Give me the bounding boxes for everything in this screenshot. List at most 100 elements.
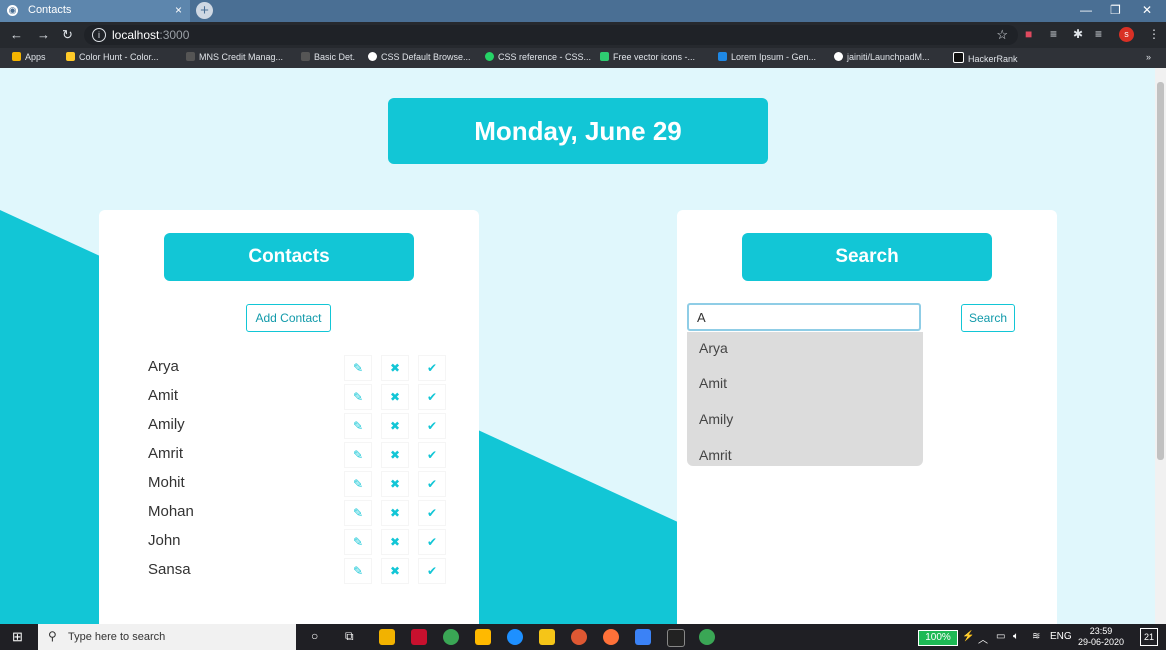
tab-contacts[interactable]: ◉ Contacts × xyxy=(0,0,190,22)
user-remove-icon[interactable]: ✖ xyxy=(381,558,409,584)
bookmark-css-reference[interactable]: CSS reference - CSS... xyxy=(485,52,591,62)
app-icon[interactable] xyxy=(699,629,715,645)
bookmark-basic-det[interactable]: Basic Det. xyxy=(301,52,355,62)
browser-toolbar: ← → ↻ i localhost:3000 ☆ ■ ≡ ✱ ≡ s ⋮ xyxy=(0,22,1166,48)
edge-icon[interactable] xyxy=(507,629,523,645)
bookmark-label: Free vector icons -... xyxy=(613,52,696,62)
user-edit-icon[interactable]: ✎ xyxy=(344,471,372,497)
suggestion-item[interactable]: Amily xyxy=(699,411,733,427)
close-window-icon[interactable]: ✕ xyxy=(1142,3,1152,17)
notifications-badge[interactable]: 21 xyxy=(1140,628,1158,646)
chevron-up-icon[interactable]: ︿ xyxy=(978,631,988,646)
user-remove-icon[interactable]: ✖ xyxy=(381,413,409,439)
bookmark-apps[interactable]: Apps xyxy=(12,52,46,62)
power-icon[interactable]: ⚡ xyxy=(962,631,974,642)
bookmark-css-default[interactable]: CSS Default Browse... xyxy=(368,52,471,62)
bookmark-hackerrank[interactable]: HackerRank xyxy=(953,52,1018,64)
contact-row: Amit ✎ ✖ ✔ xyxy=(99,382,479,411)
language-indicator[interactable]: ENG xyxy=(1050,631,1072,642)
suggestion-item[interactable]: Amrit xyxy=(699,447,732,463)
check-circle-icon[interactable]: ✔ xyxy=(418,471,446,497)
check-circle-icon[interactable]: ✔ xyxy=(418,413,446,439)
user-edit-icon[interactable]: ✎ xyxy=(344,500,372,526)
mcafee-icon[interactable] xyxy=(411,629,427,645)
page-scrollbar[interactable] xyxy=(1155,68,1166,624)
check-circle-icon[interactable]: ✔ xyxy=(418,355,446,381)
user-edit-icon[interactable]: ✎ xyxy=(344,413,372,439)
store-icon[interactable] xyxy=(475,629,491,645)
bookmark-lorem-ipsum[interactable]: Lorem Ipsum - Gen... xyxy=(718,52,816,62)
taskbar-search[interactable]: ⚲ Type here to search xyxy=(38,624,296,650)
terminal-icon[interactable] xyxy=(667,629,685,647)
firefox-icon[interactable] xyxy=(603,629,619,645)
cortana-icon[interactable]: ○ xyxy=(311,629,318,643)
user-edit-icon[interactable]: ✎ xyxy=(344,558,372,584)
date-banner: Monday, June 29 xyxy=(388,98,768,164)
url-text: localhost:3000 xyxy=(112,28,189,42)
reading-list-icon[interactable]: ≡ xyxy=(1095,27,1102,41)
check-circle-icon[interactable]: ✔ xyxy=(418,384,446,410)
check-circle-icon[interactable]: ✔ xyxy=(418,442,446,468)
bookmark-github[interactable]: jainiti/LaunchpadM... xyxy=(834,52,930,62)
globe-icon: ◉ xyxy=(7,5,18,16)
maximize-icon[interactable]: ❐ xyxy=(1110,3,1121,17)
contact-row: John ✎ ✖ ✔ xyxy=(99,527,479,556)
new-tab-button[interactable]: + xyxy=(196,2,213,19)
clock-date: 29-06-2020 xyxy=(1078,637,1125,647)
vscode-icon[interactable] xyxy=(635,629,651,645)
search-card: Search Search Arya Amit Amily Amrit xyxy=(677,210,1057,624)
check-circle-icon[interactable]: ✔ xyxy=(418,500,446,526)
suggestion-item[interactable]: Arya xyxy=(699,340,728,356)
user-edit-icon[interactable]: ✎ xyxy=(344,384,372,410)
back-icon[interactable]: ← xyxy=(10,27,23,42)
user-remove-icon[interactable]: ✖ xyxy=(381,471,409,497)
wifi-icon[interactable]: ≋ xyxy=(1032,631,1040,642)
check-circle-icon[interactable]: ✔ xyxy=(418,558,446,584)
chrome-icon[interactable] xyxy=(571,629,587,645)
task-view-icon[interactable]: ⧉ xyxy=(345,629,354,644)
search-input[interactable] xyxy=(687,303,921,331)
info-icon[interactable]: i xyxy=(92,28,106,42)
clock[interactable]: 23:59 29-06-2020 xyxy=(1078,626,1124,648)
bookmark-color-hunt[interactable]: Color Hunt - Color... xyxy=(66,52,159,62)
user-remove-icon[interactable]: ✖ xyxy=(381,529,409,555)
user-remove-icon[interactable]: ✖ xyxy=(381,442,409,468)
app-icon[interactable] xyxy=(379,629,395,645)
user-edit-icon[interactable]: ✎ xyxy=(344,529,372,555)
puzzle-icon[interactable]: ✱ xyxy=(1073,27,1083,41)
add-contact-button[interactable]: Add Contact xyxy=(246,304,331,332)
scrollbar-thumb[interactable] xyxy=(1157,82,1164,460)
pocket-icon[interactable]: ■ xyxy=(1025,27,1032,41)
user-remove-icon[interactable]: ✖ xyxy=(381,500,409,526)
tab-title: Contacts xyxy=(28,4,72,16)
app-icon[interactable] xyxy=(443,629,459,645)
close-tab-icon[interactable]: × xyxy=(175,3,182,17)
user-edit-icon[interactable]: ✎ xyxy=(344,442,372,468)
file-explorer-icon[interactable] xyxy=(539,629,555,645)
battery-indicator[interactable]: 100% xyxy=(918,630,958,646)
avatar[interactable]: s xyxy=(1119,27,1134,42)
volume-icon[interactable]: 🔈︎ xyxy=(1013,631,1019,642)
address-bar[interactable]: i localhost:3000 ☆ xyxy=(84,25,1018,45)
search-button[interactable]: Search xyxy=(961,304,1015,332)
forward-icon[interactable]: → xyxy=(37,27,50,42)
bookmark-label: Apps xyxy=(25,52,46,62)
bookmark-free-icons[interactable]: Free vector icons -... xyxy=(600,52,695,62)
bookmark-star-icon[interactable]: ☆ xyxy=(996,27,1008,43)
user-remove-icon[interactable]: ✖ xyxy=(381,355,409,381)
bookmark-mns[interactable]: MNS Credit Manag... xyxy=(186,52,283,62)
user-edit-icon[interactable]: ✎ xyxy=(344,355,372,381)
extension-icon[interactable]: ≡ xyxy=(1050,27,1057,41)
reload-icon[interactable]: ↻ xyxy=(62,27,73,43)
user-remove-icon[interactable]: ✖ xyxy=(381,384,409,410)
windows-start-icon[interactable]: ⊞ xyxy=(12,629,23,645)
search-icon: ⚲ xyxy=(48,629,57,643)
more-bookmarks-icon[interactable]: » xyxy=(1146,52,1151,62)
contact-name: Amily xyxy=(148,416,185,433)
minimize-icon[interactable]: — xyxy=(1080,3,1092,17)
network-icon[interactable]: ▭ xyxy=(996,631,1005,642)
page-icon xyxy=(301,52,310,61)
suggestion-item[interactable]: Amit xyxy=(699,375,727,391)
check-circle-icon[interactable]: ✔ xyxy=(418,529,446,555)
menu-icon[interactable]: ⋮ xyxy=(1148,27,1160,41)
